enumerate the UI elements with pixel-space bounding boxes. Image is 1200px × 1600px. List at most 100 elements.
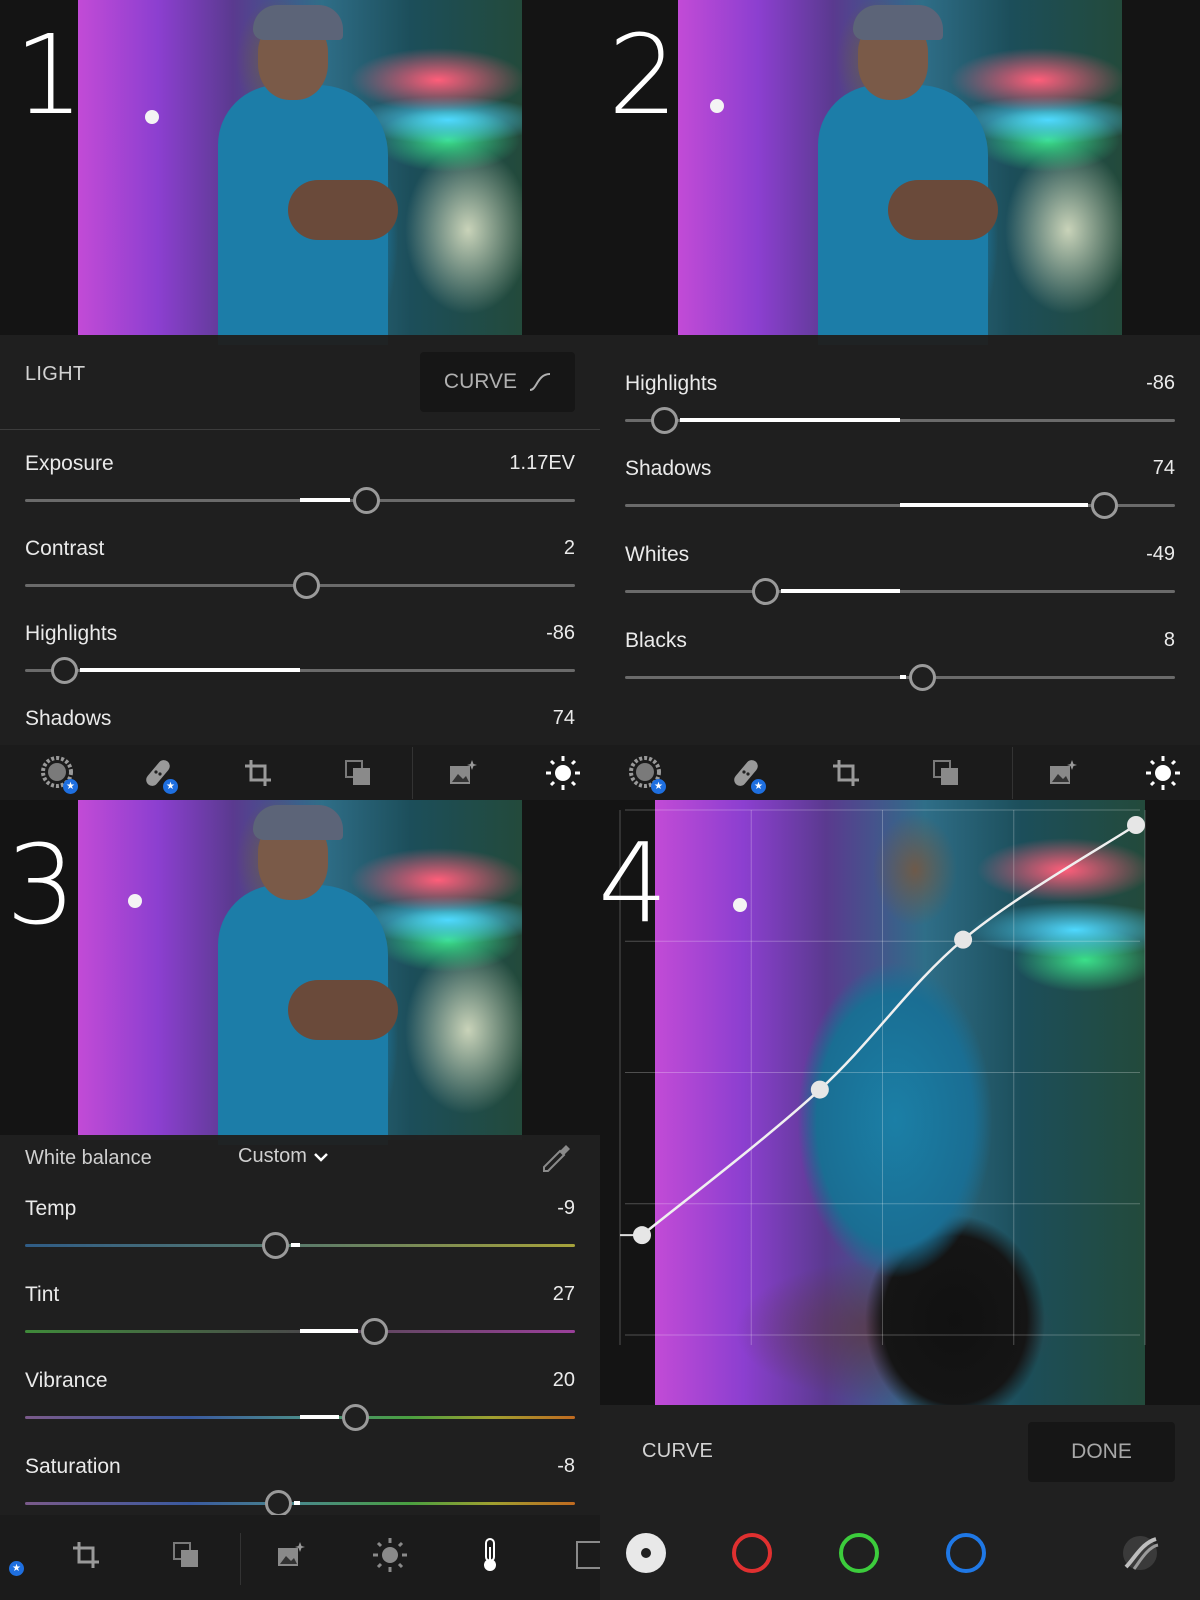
slider-shadows[interactable]: Shadows 74 (25, 707, 575, 745)
slider-thumb[interactable] (752, 578, 780, 605)
toolbar-separator (1012, 747, 1013, 799)
slider-track[interactable] (25, 1244, 575, 1247)
step-3-color-panel: 3 White balance Custom Temp -9 Tint 27 V… (0, 800, 600, 1600)
step-number: 1 (14, 11, 84, 139)
chevron-down-icon (314, 1152, 328, 1162)
step-number: 2 (608, 11, 678, 139)
slider-contrast[interactable]: Contrast 2 (25, 537, 575, 617)
slider-whites[interactable]: Whites -49 (625, 543, 1175, 623)
slider-highlights[interactable]: Highlights -86 (25, 622, 575, 702)
slider-thumb[interactable] (262, 1232, 290, 1259)
bottom-toolbar: ★ ★ (600, 745, 1200, 800)
white-balance-value: Custom (238, 1145, 307, 1167)
light-icon[interactable] (545, 755, 581, 791)
crop-icon[interactable] (240, 755, 276, 791)
slider-thumb[interactable] (650, 407, 678, 434)
slider-fill (300, 498, 350, 502)
slider-fill (679, 418, 900, 422)
light-icon[interactable] (372, 1537, 408, 1573)
premium-badge-icon: ★ (651, 779, 666, 794)
curve-button[interactable]: CURVE (420, 352, 575, 412)
slider-value: 27 (552, 1283, 575, 1305)
selective-edit-icon[interactable]: ★ (628, 755, 666, 794)
slider-shadows[interactable]: Shadows 74 (625, 457, 1175, 537)
eyedropper-icon[interactable] (540, 1143, 572, 1180)
curve-control-point[interactable] (633, 1226, 651, 1245)
toolbar-separator (412, 747, 413, 799)
step-number: 4 (598, 819, 668, 947)
touch-indicator (128, 894, 142, 908)
healing-icon[interactable]: ★ (0, 1537, 24, 1576)
slider-thumb[interactable] (353, 487, 380, 514)
touch-indicator (145, 110, 159, 124)
healing-icon[interactable]: ★ (140, 755, 178, 794)
slider-thumb[interactable] (292, 572, 320, 599)
slider-label: Vibrance (25, 1369, 108, 1392)
slider-value: 1.17EV (509, 452, 575, 474)
photo-preview (78, 0, 522, 345)
crop-icon[interactable] (828, 755, 864, 791)
slider-temp[interactable]: Temp -9 (25, 1197, 575, 1277)
slider-value: 8 (1163, 629, 1175, 651)
slider-label: Shadows (25, 707, 112, 730)
curve-control-point[interactable] (1127, 816, 1145, 834)
slider-label: Saturation (25, 1455, 121, 1478)
slider-value: 74 (1152, 457, 1175, 479)
step-number: 3 (6, 821, 76, 949)
slider-fill (900, 675, 906, 679)
slider-thumb[interactable] (1090, 492, 1118, 519)
crop-icon[interactable] (68, 1537, 104, 1573)
slider-thumb[interactable] (50, 657, 78, 684)
slider-thumb[interactable] (361, 1318, 389, 1345)
slider-label: Tint (25, 1283, 60, 1306)
slider-exposure[interactable]: Exposure 1.17EV (25, 452, 575, 532)
curve-button-label: CURVE (443, 370, 518, 393)
slider-track[interactable] (25, 1502, 575, 1505)
slider-thumb[interactable] (265, 1490, 292, 1517)
toolbar-separator (240, 1533, 241, 1585)
tone-curve-line (641, 823, 1137, 1237)
presets-icon[interactable] (444, 755, 480, 791)
slider-thumb[interactable] (909, 664, 936, 691)
slider-label: Whites (625, 543, 690, 566)
slider-value: -86 (546, 622, 575, 644)
photo-preview (78, 800, 522, 1145)
color-temperature-icon[interactable] (472, 1537, 508, 1573)
slider-fill (781, 589, 900, 593)
slider-fill (294, 1501, 300, 1505)
versions-icon[interactable] (168, 1537, 204, 1573)
light-panel: LIGHT CURVE Exposure 1.17EV Contrast 2 H… (0, 335, 600, 745)
light-icon[interactable] (1145, 755, 1181, 791)
slider-tint[interactable]: Tint 27 (25, 1283, 575, 1363)
versions-icon[interactable] (340, 755, 376, 791)
done-button[interactable]: DONE (1028, 1422, 1175, 1482)
curve-control-point[interactable] (810, 1080, 829, 1099)
presets-icon[interactable] (272, 1537, 308, 1573)
channel-luminance-button[interactable] (626, 1533, 666, 1573)
panel-title: CURVE (642, 1440, 714, 1462)
channel-green-button[interactable] (839, 1533, 879, 1573)
slider-highlights[interactable]: Highlights -86 (625, 372, 1175, 452)
slider-thumb[interactable] (342, 1404, 369, 1431)
premium-badge-icon: ★ (163, 779, 178, 794)
parametric-curve-icon[interactable] (1120, 1533, 1160, 1578)
effects-icon[interactable] (572, 1537, 600, 1573)
slider-blacks[interactable]: Blacks 8 (625, 629, 1175, 709)
channel-blue-button[interactable] (946, 1533, 986, 1573)
tone-curve-editor[interactable] (600, 800, 1200, 1410)
light-panel: Highlights -86 Shadows 74 Whites -49 Bla… (600, 335, 1200, 745)
slider-vibrance[interactable]: Vibrance 20 (25, 1369, 575, 1449)
done-button-label: DONE (1071, 1440, 1132, 1463)
slider-fill (291, 1243, 300, 1247)
healing-icon[interactable]: ★ (728, 755, 766, 794)
versions-icon[interactable] (928, 755, 964, 791)
selected-indicator (641, 1548, 651, 1558)
presets-icon[interactable] (1044, 755, 1080, 791)
channel-red-button[interactable] (732, 1533, 772, 1573)
slider-fill (300, 1415, 339, 1419)
slider-track[interactable] (625, 590, 1175, 593)
curve-control-point[interactable] (954, 930, 973, 949)
selective-edit-icon[interactable]: ★ (40, 755, 78, 794)
white-balance-dropdown[interactable]: Custom (238, 1145, 329, 1168)
photo-preview (678, 0, 1122, 345)
